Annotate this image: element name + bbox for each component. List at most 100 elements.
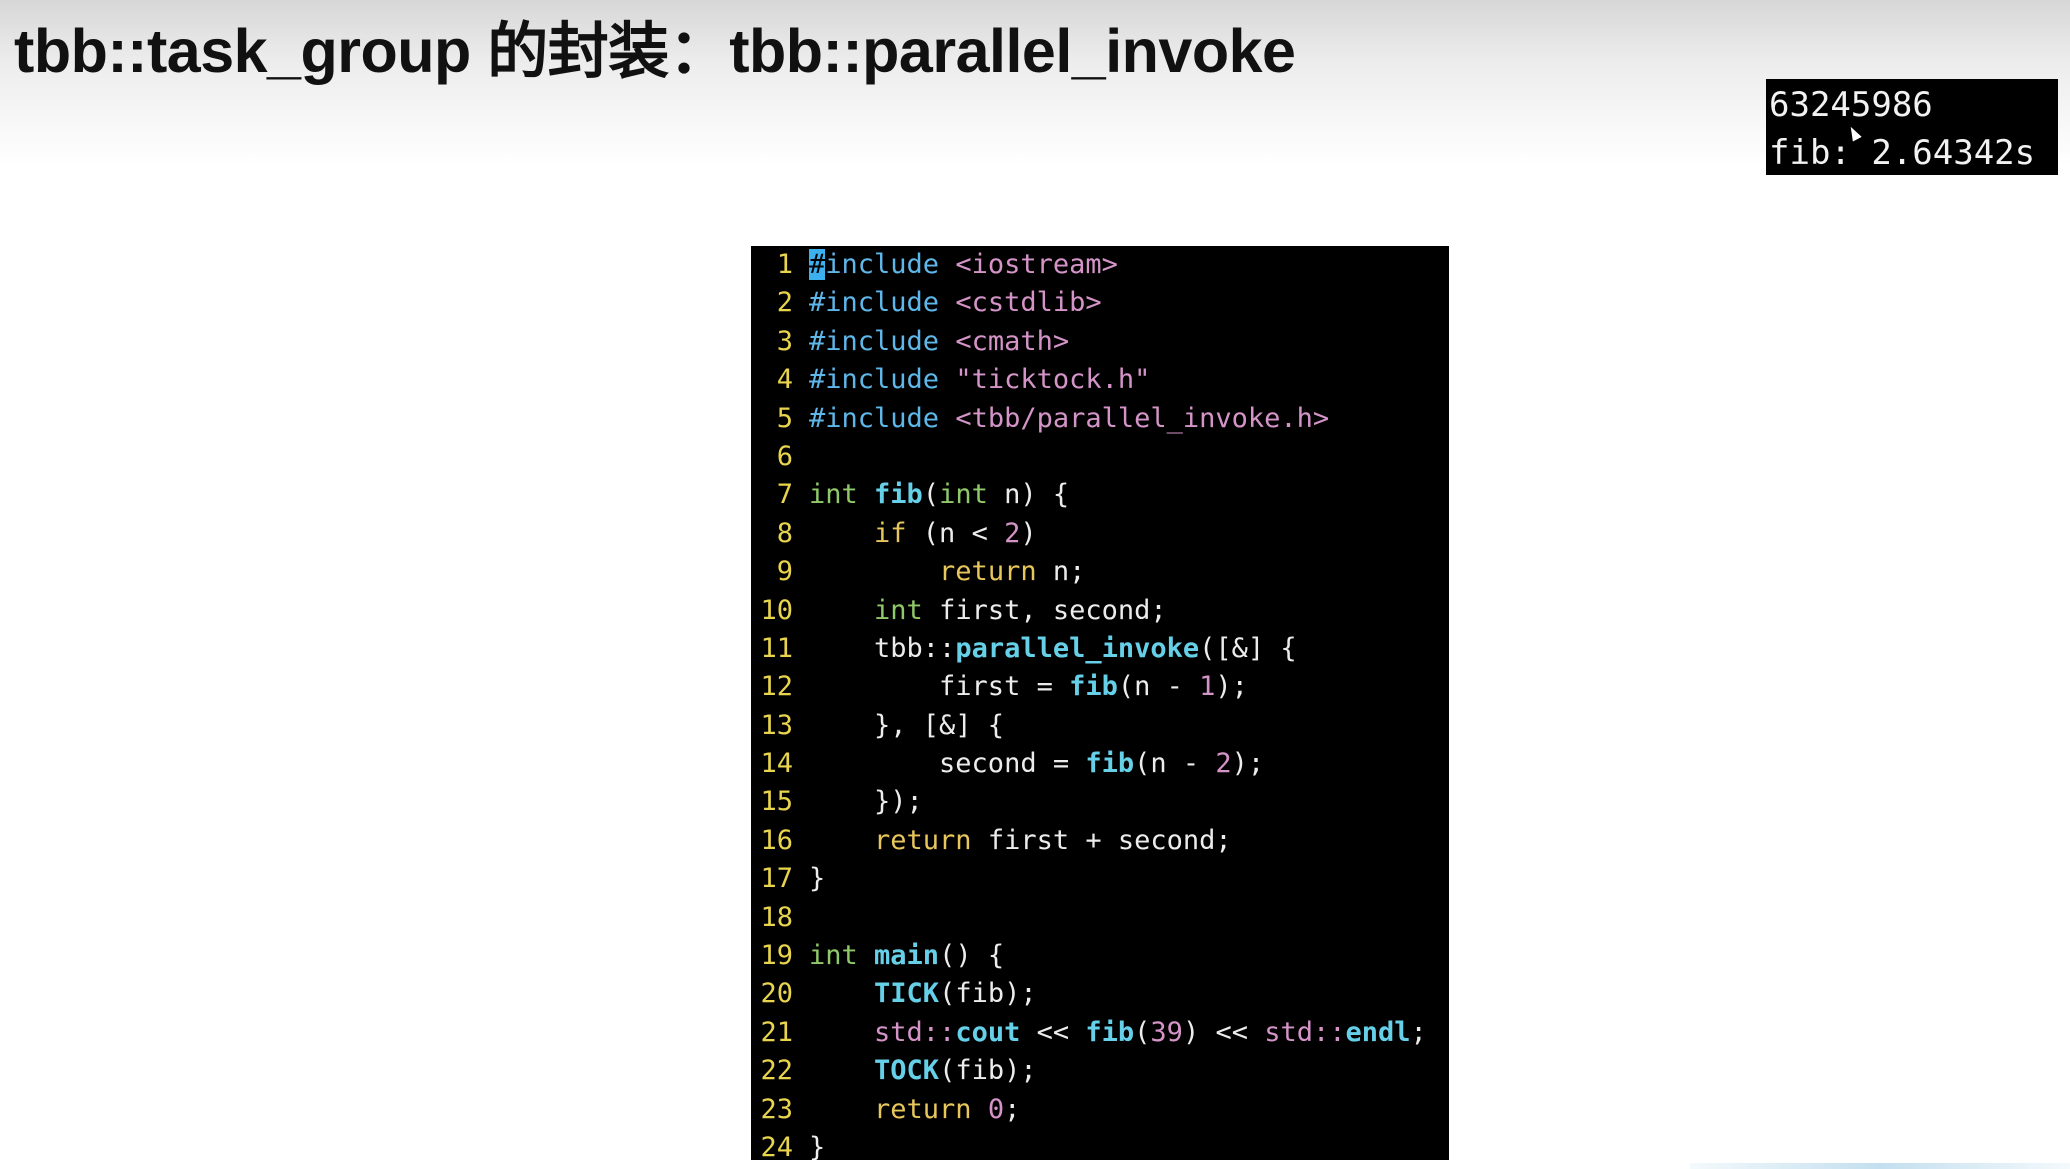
code-line[interactable]: 9 return n; [751,553,1449,591]
line-code[interactable]: return first + second; [809,825,1232,856]
code-line[interactable]: 16 return first + second; [751,822,1449,860]
code-token: return [874,1093,972,1125]
line-number: 15 [760,786,793,818]
line-code[interactable]: #include <cstdlib> [809,287,1102,318]
code-token: ); [1231,748,1265,780]
code-line[interactable]: 5 #include <tbb/parallel_invoke.h> [751,400,1449,438]
code-token: std:: [1264,1016,1346,1048]
line-code[interactable]: #include <cmath> [809,326,1069,357]
line-code[interactable]: first = fib(n - 1); [809,671,1248,702]
code-line[interactable]: 17} [751,860,1449,898]
code-line[interactable]: 11 tbb::parallel_invoke([&] { [751,630,1449,668]
code-line[interactable]: 10 int first, second; [751,592,1449,630]
code-line[interactable]: 13 }, [&] { [751,707,1449,745]
line-number: 17 [760,863,793,895]
code-token: 1 [1199,671,1216,703]
code-line[interactable]: 22 TOCK(fib); [751,1052,1449,1090]
code-line[interactable]: 4 #include "ticktock.h" [751,361,1449,399]
code-token: #include [809,364,956,396]
line-code[interactable]: TICK(fib); [809,978,1037,1009]
output-line-timing: fib: 2.64342s [1769,133,2036,173]
code-token: (fib); [939,978,1037,1010]
code-token: (n - [1134,748,1216,780]
code-line[interactable]: 20 TICK(fib); [751,975,1449,1013]
code-line[interactable]: 8 if (n < 2) [751,515,1449,553]
line-code[interactable]: #include <iostream> [809,249,1118,280]
line-number: 11 [760,632,793,664]
code-token: int [874,594,923,626]
code-token: parallel_invoke [955,632,1200,664]
line-number: 8 [776,517,793,549]
line-code[interactable]: return 0; [809,1094,1020,1125]
line-code[interactable]: } [809,863,825,894]
code-line[interactable]: 19 int main() { [751,937,1449,975]
code-token: () { [939,940,1005,972]
line-code[interactable]: #include "ticktock.h" [809,364,1150,395]
code-token: ) << [1182,1016,1265,1048]
code-token: return [874,824,972,856]
line-code[interactable]: int fib(int n) { [809,479,1069,510]
line-number: 24 [760,1131,793,1160]
line-number: 7 [776,479,793,511]
code-token: 2 [1004,517,1021,549]
code-token: TICK [874,978,940,1010]
code-token: if [874,517,907,549]
line-code[interactable]: #include <tbb/parallel_invoke.h> [809,403,1329,434]
code-token: int [939,479,988,511]
text-cursor: # [809,249,826,280]
code-token: (fib); [939,1055,1037,1087]
code-token: fib [1069,671,1118,703]
code-line[interactable]: 24} [751,1129,1449,1160]
line-code[interactable]: TOCK(fib); [809,1055,1037,1086]
code-token: fib [1085,748,1135,780]
code-line[interactable]: 23 return 0; [751,1091,1449,1129]
line-number: 19 [760,940,793,972]
line-number: 22 [760,1055,793,1087]
line-code[interactable]: }, [&] { [809,710,1004,741]
code-token: ([&] { [1199,632,1297,664]
code-line[interactable]: 14 second = fib(n - 2); [751,745,1449,783]
line-number: 5 [776,402,793,434]
code-line[interactable]: 21 std::cout << fib(39) << std::endl; [751,1014,1449,1052]
code-token: first, second; [922,594,1167,626]
line-code[interactable]: int main() { [809,940,1004,971]
code-line[interactable]: 18 [751,899,1449,937]
code-line[interactable]: 6 [751,438,1449,476]
code-line[interactable]: 2 #include <cstdlib> [751,284,1449,322]
code-token: }, [&] { [809,709,1005,741]
code-token: main [874,940,940,972]
line-code[interactable]: } [809,1132,825,1160]
code-token: "ticktock.h" [955,364,1151,396]
code-token: n; [1036,556,1086,588]
code-token: <iostream> [955,249,1118,280]
line-code[interactable]: std::cout << fib(39) << std::endl; [809,1017,1427,1048]
code-line[interactable]: 12 first = fib(n - 1); [751,668,1449,706]
output-terminal: 63245986 fib: 2.64342s [1766,79,2058,175]
line-number: 2 [776,287,793,319]
code-token: ; [1004,1093,1021,1125]
line-number: 3 [776,325,793,357]
line-code[interactable]: tbb::parallel_invoke([&] { [809,633,1297,664]
code-token: fib [1085,1016,1135,1048]
line-code[interactable]: return n; [809,556,1085,587]
line-code[interactable]: int first, second; [809,595,1167,626]
code-line[interactable]: 1 #include <iostream> [751,246,1449,284]
line-number: 1 [776,249,793,280]
line-number: 16 [760,824,793,856]
code-editor[interactable]: 1 #include <iostream> 2 #include <cstdlib> 3… [751,246,1449,1160]
line-code[interactable]: second = fib(n - 2); [809,748,1264,779]
code-token: <cmath> [955,325,1070,357]
line-code[interactable]: }); [809,786,923,817]
code-line[interactable]: 7 int fib(int n) { [751,476,1449,514]
line-code[interactable]: if (n < 2) [809,518,1037,549]
code-token: } [809,863,826,895]
code-line[interactable]: 3 #include <cmath> [751,323,1449,361]
code-line[interactable]: 15 }); [751,783,1449,821]
code-token: n) { [987,479,1070,511]
